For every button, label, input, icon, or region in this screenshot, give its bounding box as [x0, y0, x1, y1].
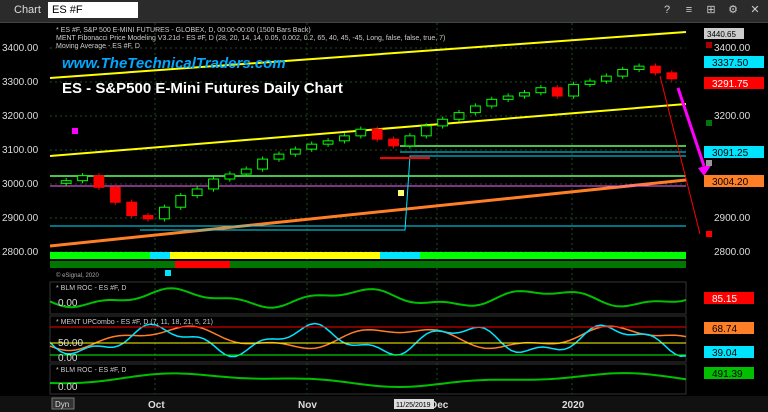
candle-body: [437, 118, 449, 127]
pane-2-tick-50: 50.00: [58, 338, 83, 349]
pane-3-bg: [49, 363, 687, 395]
watermark-title: ES - S&P500 E-Mini Futures Daily Chart: [62, 80, 343, 97]
credit-text: © eSignal, 2020: [56, 272, 99, 279]
yellow-square-marker: [398, 190, 404, 196]
signal-strip-2-red: [175, 261, 230, 268]
pane-3-tick-0: 0.00: [58, 382, 78, 393]
candle-body: [273, 153, 285, 160]
x-label-nov: Nov: [298, 400, 317, 411]
pane-3-value: 491.39: [712, 369, 743, 380]
candle-body: [388, 138, 399, 147]
x-label-oct: Oct: [148, 400, 165, 411]
pane-2-value2: 39.04: [712, 348, 737, 359]
candle-body: [109, 186, 121, 203]
candle-body: [306, 143, 318, 150]
candle-body: [289, 148, 301, 155]
candle-body: [240, 168, 252, 175]
chart-canvas[interactable]: * ES #F, S&P 500 E-MINI FUTURES - GLOBEX…: [0, 0, 768, 412]
flag-3337: 3337.50: [712, 58, 749, 69]
candle-body: [224, 173, 236, 180]
y-tick-3200: 3200.00: [714, 111, 751, 122]
legend-line-1: * ES #F, S&P 500 E-MINI FUTURES - GLOBEX…: [56, 27, 311, 34]
candle-body: [535, 87, 547, 94]
candle-body: [600, 75, 612, 82]
left-y-tick-2900: 2900.00: [2, 213, 39, 224]
pane-3-legend: * BLM ROC - ES #F, D: [56, 367, 126, 374]
pane-1-tick-0: 0.00: [58, 298, 78, 309]
candle-body: [191, 188, 203, 197]
pane-2-legend: * MENT UPCombo - ES #F, D (7, 11, 18, 21…: [56, 319, 213, 326]
candle-body: [257, 158, 269, 170]
left-y-axis: 3400.00 3300.00 3200.00 3100.00 3000.00 …: [2, 43, 39, 258]
flag-3091: 3091.25: [712, 148, 749, 159]
pane-1-legend: * BLM ROC - ES #F, D: [56, 285, 126, 292]
cyan-marker-small: [165, 270, 171, 276]
left-y-tick-3400: 3400.00: [2, 43, 39, 54]
candle-body: [158, 206, 170, 220]
candle-body: [208, 178, 219, 190]
signal-strip-1-cyan: [150, 252, 170, 259]
candle-body: [339, 135, 350, 142]
legend-line-3: Moving Average - ES #F, D: [56, 43, 140, 50]
red-marker: [706, 231, 712, 237]
pane-2-value: 68.74: [712, 324, 737, 335]
left-y-tick-3300: 3300.00: [2, 77, 39, 88]
candle-body: [666, 72, 678, 80]
flag-3291: 3291.75: [712, 79, 749, 90]
left-y-tick-3200: 3200.00: [2, 111, 39, 122]
candle-body: [519, 92, 530, 97]
y-tick-2800: 2800.00: [714, 247, 751, 258]
pane-value-flags: 85.15 68.74 39.04 491.39: [704, 292, 754, 380]
candle-body: [126, 201, 138, 217]
flag-3004: 3004.20: [712, 177, 749, 188]
candle-body: [420, 125, 432, 137]
x-axis-bar: [0, 396, 768, 412]
flag-3440: 3440.65: [707, 30, 736, 39]
candle-body: [650, 65, 661, 74]
candle-body: [633, 65, 645, 70]
candle-body: [60, 180, 72, 184]
pane-1-value: 85.15: [712, 294, 737, 305]
candle-body: [175, 195, 187, 208]
watermark-url: www.TheTechnicalTraders.com: [62, 55, 286, 72]
x-label-2020: 2020: [562, 400, 585, 411]
candle-body: [355, 128, 367, 137]
candle-body: [486, 98, 498, 107]
candle-body: [93, 175, 105, 188]
pane-1-bg: [49, 281, 687, 315]
dark-red-marker: [706, 42, 712, 48]
pane-2-tick-0: 0.00: [58, 353, 78, 364]
y-tick-3400: 3400.00: [714, 43, 751, 54]
signal-strip-1-cyan-2: [380, 252, 420, 259]
candle-body: [502, 95, 514, 100]
dyn-button-label: Dyn: [55, 400, 69, 409]
left-y-tick-3100: 3100.00: [2, 145, 39, 156]
y-tick-2900: 2900.00: [714, 213, 751, 224]
candle-body: [453, 112, 465, 120]
signal-strip-1-yellow: [170, 252, 380, 259]
cursor-date: 11/25/2019: [396, 402, 431, 409]
left-y-tick-2800: 2800.00: [2, 247, 39, 258]
candle-body: [568, 83, 580, 97]
candle-body: [77, 175, 88, 182]
candle-body: [617, 68, 629, 77]
magenta-square-marker: [72, 128, 78, 134]
gray-marker: [706, 160, 712, 166]
legend-line-2: MENT Fibonacci Price Modeling V3.21d - E…: [56, 35, 445, 42]
candle-body: [404, 135, 416, 147]
signal-strip-2: [50, 261, 686, 268]
candle-body: [322, 140, 334, 145]
candle-body: [469, 105, 481, 114]
dark-green-marker: [706, 120, 712, 126]
candle-body: [371, 128, 383, 140]
candle-body: [584, 80, 596, 85]
candle-body: [551, 87, 563, 97]
candle-body: [142, 215, 154, 220]
left-y-tick-3000: 3000.00: [2, 179, 39, 190]
